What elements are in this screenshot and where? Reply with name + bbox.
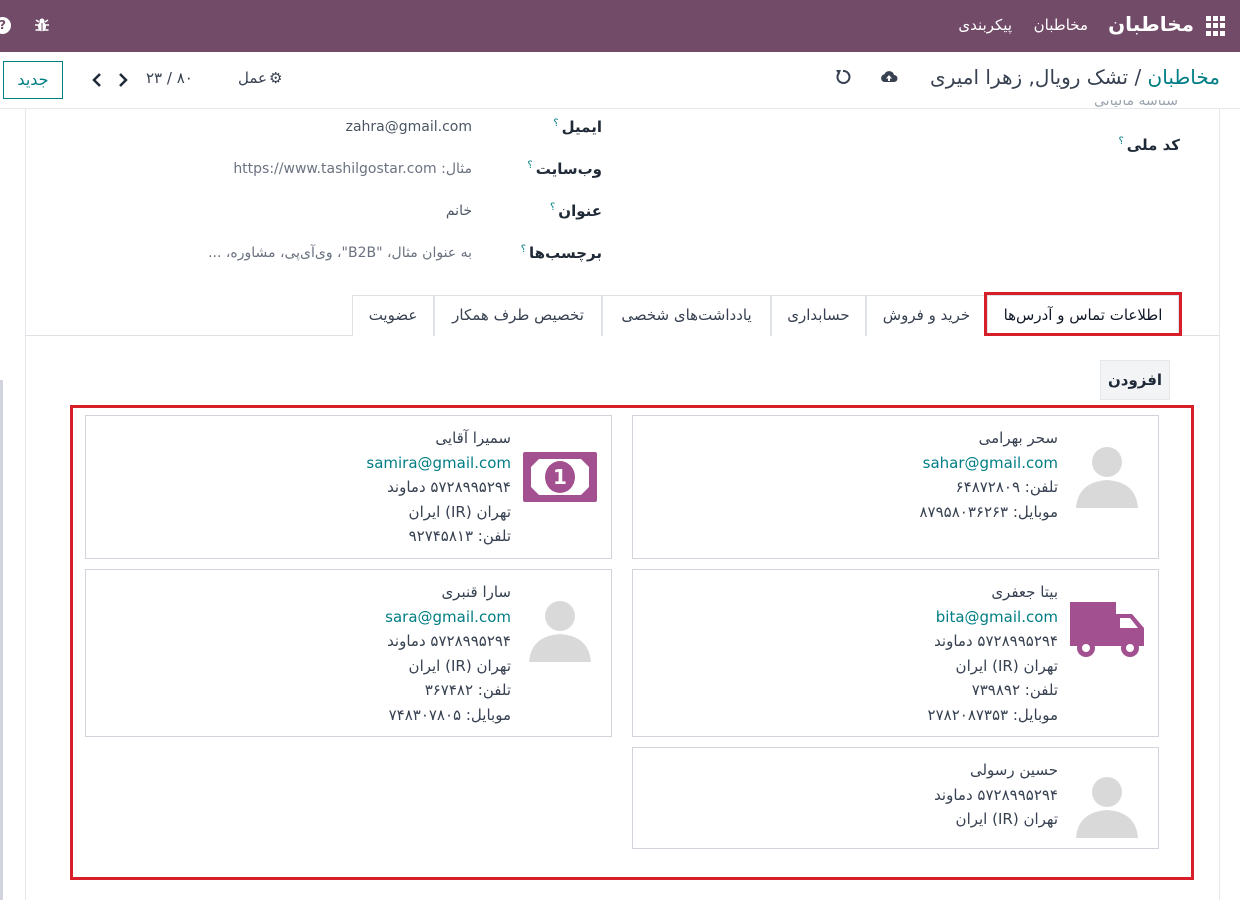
pager-previous-icon[interactable] <box>90 72 104 88</box>
contact-email[interactable]: samira@gmail.com <box>366 451 511 476</box>
website-label-text: وب‌سایت <box>535 160 602 178</box>
svg-text:1: 1 <box>553 465 567 489</box>
action-label: عمل <box>238 69 267 87</box>
debug-bug-icon[interactable] <box>34 17 50 33</box>
contact-card[interactable]: سحر بهرامی sahar@gmail.com تلفن: ۶۴۸۷۲۸۰… <box>632 415 1159 559</box>
email-field[interactable]: zahra@gmail.com <box>346 119 472 135</box>
contact-city-country: تهران (IR) ایران <box>955 656 1058 675</box>
contact-street: ۵۷۲۸۹۹۵۲۹۴ دماوند <box>934 632 1058 650</box>
invoice-money-icon: 1 <box>523 452 597 502</box>
contact-name: حسین رسولی <box>969 761 1058 779</box>
tags-label: برچسب‌ها؟ <box>521 244 602 262</box>
contact-details: سارا قنبری sara@gmail.com ۵۷۲۸۹۹۵۲۹۴ دما… <box>385 580 511 727</box>
tab-highlight-box <box>984 292 1182 336</box>
action-menu-button[interactable]: عمل ⚙ <box>238 69 282 87</box>
contact-card[interactable]: 1 سمیرا آقایی samira@gmail.com ۵۷۲۸۹۹۵۲۹… <box>85 415 612 559</box>
pager-value[interactable]: ۲۳ / ۸۰ <box>146 69 193 87</box>
help-tooltip-icon[interactable]: ؟ <box>550 202 555 213</box>
left-edge-strip <box>0 380 3 900</box>
email-label-text: ایمیل <box>561 118 602 136</box>
avatar-icon <box>529 601 591 662</box>
contact-phone: تلفن: ۷۳۹۸۹۲ <box>971 681 1058 699</box>
contact-name: سارا قنبری <box>441 583 511 601</box>
contact-city-country: تهران (IR) ایران <box>408 656 511 675</box>
national-id-label-text: کد ملی <box>1126 136 1180 154</box>
app-brand[interactable]: مخاطبان <box>1108 12 1194 36</box>
discard-undo-icon[interactable] <box>835 69 851 85</box>
pager-next-icon[interactable] <box>116 72 130 88</box>
add-contact-button[interactable]: افزودن <box>1100 360 1170 400</box>
contact-street: ۵۷۲۸۹۹۵۲۹۴ دماوند <box>934 785 1058 804</box>
tags-field[interactable]: به عنوان مثال، "B2B"، وی‌آی‌پی، مشاوره، … <box>208 245 472 261</box>
tab-membership[interactable]: عضویت <box>352 295 434 336</box>
national-id-label: کد ملی؟ <box>1118 136 1180 154</box>
control-panel: جدید ۲۳ / ۸۰ عمل ⚙ مخاطبان / تشک رویال, ز… <box>0 52 1240 109</box>
contact-name: سمیرا آقایی <box>435 429 511 447</box>
contact-email[interactable]: sara@gmail.com <box>385 605 511 630</box>
website-label: وب‌سایت؟ <box>527 160 602 178</box>
breadcrumb: مخاطبان / تشک رویال, زهرا امیری <box>930 65 1220 89</box>
contact-phone: تلفن: ۶۴۸۷۲۸۰۹ <box>955 478 1058 496</box>
title-field[interactable]: خانم <box>446 203 472 219</box>
contact-street: ۵۷۲۸۹۹۵۲۹۴ دماوند <box>387 478 511 496</box>
contact-card[interactable]: بیتا جعفری bita@gmail.com ۵۷۲۸۹۹۵۲۹۴ دما… <box>632 569 1159 737</box>
tab-accounting[interactable]: حسابداری <box>771 295 866 336</box>
breadcrumb-current: تشک رویال, زهرا امیری <box>930 65 1129 89</box>
menu-contacts[interactable]: مخاطبان <box>1034 16 1088 34</box>
breadcrumb-separator: / <box>1128 65 1148 89</box>
breadcrumb-parent[interactable]: مخاطبان <box>1148 65 1220 89</box>
help-tooltip-icon[interactable]: ؟ <box>553 118 558 129</box>
contact-details: سحر بهرامی sahar@gmail.com تلفن: ۶۴۸۷۲۸۰… <box>919 426 1058 524</box>
contact-details: سمیرا آقایی samira@gmail.com ۵۷۲۸۹۹۵۲۹۴ … <box>366 426 511 549</box>
new-button[interactable]: جدید <box>3 61 63 99</box>
contact-details: حسین رسولی ۵۷۲۸۹۹۵۲۹۴ دماوند تهران (IR) … <box>934 758 1058 832</box>
avatar-icon <box>1076 447 1138 508</box>
help-icon[interactable]: ? <box>0 17 11 34</box>
contact-phone: تلفن: ۹۲۷۴۵۸۱۳ <box>408 527 511 545</box>
tax-id-label-cutoff: شناسه مالیاتی <box>1094 100 1178 108</box>
website-field[interactable]: مثال: https://www.tashilgostar.com <box>233 161 472 177</box>
contact-phone: تلفن: ۳۶۷۴۸۲ <box>424 681 511 699</box>
tab-internal-notes[interactable]: یادداشت‌های شخصی <box>602 295 771 336</box>
contact-mobile: موبایل: ۷۴۸۳۰۷۸۰۵ <box>388 705 511 724</box>
tab-partner-assignment[interactable]: تخصیص طرف همکار <box>434 295 602 336</box>
tags-label-text: برچسب‌ها <box>529 244 602 262</box>
contact-name: سحر بهرامی <box>978 429 1058 447</box>
help-tooltip-icon[interactable]: ؟ <box>521 244 526 255</box>
contact-mobile: موبایل: ۸۷۹۵۸۰۳۶۲۶۳ <box>919 502 1058 521</box>
contact-street: ۵۷۲۸۹۹۵۲۹۴ دماوند <box>387 632 511 650</box>
title-label: عنوان؟ <box>550 202 602 220</box>
tab-sales-purchase[interactable]: خرید و فروش <box>866 295 987 336</box>
avatar-icon <box>1076 777 1138 838</box>
contact-city-country: تهران (IR) ایران <box>955 810 1058 828</box>
apps-menu-icon[interactable] <box>1206 16 1226 36</box>
help-tooltip-icon[interactable]: ؟ <box>527 160 532 171</box>
top-navbar: مخاطبان مخاطبان پیکربندی ? <box>0 0 1240 52</box>
menu-configuration[interactable]: پیکربندی <box>958 16 1012 34</box>
contact-email[interactable]: bita@gmail.com <box>928 605 1058 630</box>
contact-details: بیتا جعفری bita@gmail.com ۵۷۲۸۹۹۵۲۹۴ دما… <box>928 580 1058 727</box>
contact-email[interactable]: sahar@gmail.com <box>919 451 1058 476</box>
help-tooltip-icon[interactable]: ؟ <box>1118 136 1123 147</box>
email-label: ایمیل؟ <box>553 118 602 136</box>
title-label-text: عنوان <box>558 202 602 220</box>
gear-icon: ⚙ <box>268 69 283 87</box>
save-cloud-icon[interactable] <box>880 69 898 85</box>
contact-card[interactable]: حسین رسولی ۵۷۲۸۹۹۵۲۹۴ دماوند تهران (IR) … <box>632 747 1159 849</box>
contact-card[interactable]: سارا قنبری sara@gmail.com ۵۷۲۸۹۹۵۲۹۴ دما… <box>85 569 612 737</box>
delivery-truck-icon <box>1070 602 1144 657</box>
contact-name: بیتا جعفری <box>991 583 1058 601</box>
contact-city-country: تهران (IR) ایران <box>408 502 511 521</box>
contact-mobile: موبایل: ۲۷۸۲۰۸۷۳۵۳ <box>927 705 1058 724</box>
